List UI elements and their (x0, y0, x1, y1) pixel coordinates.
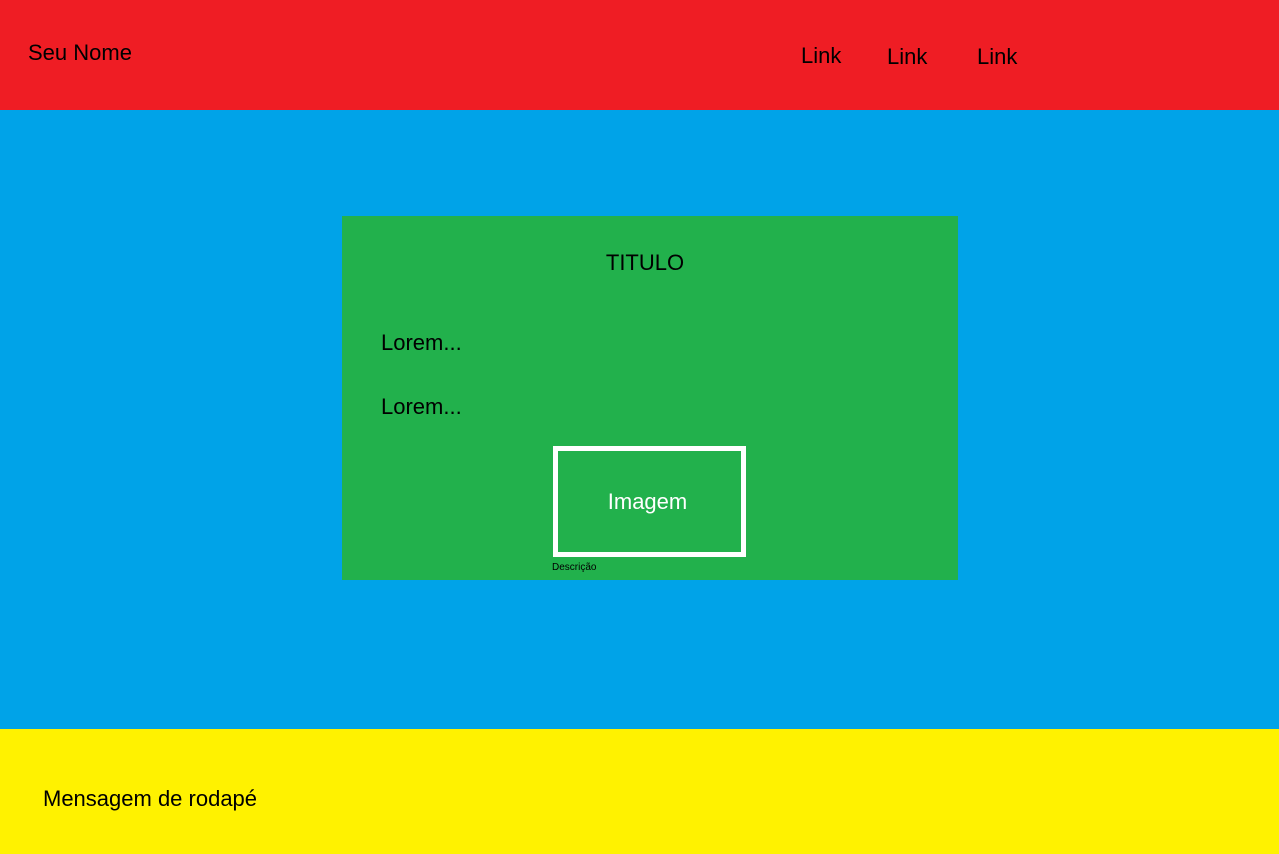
image-caption: Descrição (552, 562, 597, 573)
image-label: Imagem (607, 488, 688, 514)
main-content: TITULO Lorem... Lorem... Imagem Descriçã… (0, 110, 1279, 729)
site-header: Seu Nome Link Link Link (0, 0, 1279, 110)
image-placeholder: Imagem (553, 446, 746, 557)
card-paragraph-1: Lorem... (381, 330, 462, 355)
content-card: TITULO Lorem... Lorem... Imagem Descriçã… (342, 216, 958, 580)
site-footer: Mensagem de rodapé (0, 729, 1279, 854)
footer-message: Mensagem de rodapé (43, 786, 258, 811)
card-title: TITULO (605, 250, 685, 275)
nav-link-2[interactable]: Link (887, 44, 927, 70)
nav-link-3[interactable]: Link (977, 44, 1017, 70)
card-paragraph-2: Lorem... (381, 394, 462, 419)
site-name: Seu Nome (28, 40, 132, 65)
nav-link-1[interactable]: Link (801, 43, 841, 69)
